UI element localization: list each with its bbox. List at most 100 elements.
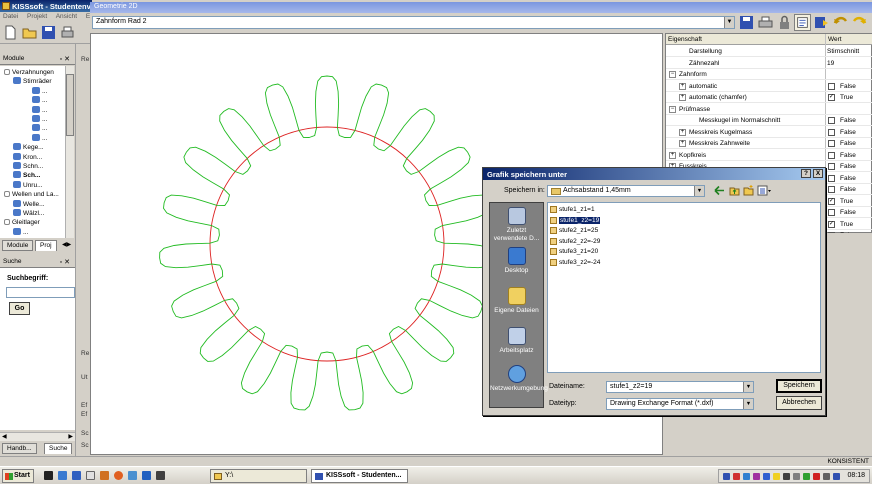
quicklaunch-icon[interactable] <box>58 471 67 480</box>
property-row[interactable]: Darstellung Stirnschnitt <box>666 46 872 57</box>
tree-item[interactable]: Verzahnungen <box>4 68 54 77</box>
file-item[interactable]: stufe1_z1=1 <box>548 205 595 214</box>
task-explorer[interactable]: Y:\ <box>210 469 307 483</box>
search-input[interactable] <box>6 287 75 298</box>
property-checkbox[interactable] <box>828 117 835 124</box>
place-desktop[interactable]: Desktop <box>490 247 543 275</box>
print-icon[interactable] <box>60 25 75 40</box>
panel-pin-close-icon[interactable]: ▫✕ <box>60 55 72 63</box>
property-row[interactable]: + automatic (chamfer) ✓ True <box>666 92 872 103</box>
property-row[interactable]: + automatic False <box>666 81 872 92</box>
quicklaunch-icon[interactable] <box>72 471 81 480</box>
tree-item[interactable]: ... <box>32 96 47 105</box>
property-row[interactable]: + Messkreis Zahnweite False <box>666 138 872 149</box>
lock-icon[interactable] <box>776 14 793 31</box>
tray-icon[interactable] <box>813 473 820 480</box>
property-checkbox[interactable] <box>828 163 835 170</box>
new-folder-icon[interactable] <box>743 185 754 196</box>
save-in-select[interactable]: Achsabstand 1,45mm ▼ <box>547 185 705 197</box>
property-checkbox[interactable] <box>828 174 835 182</box>
tab-suche[interactable]: Suche <box>44 443 73 454</box>
search-panel-pin-close-icon[interactable]: ▫✕ <box>60 258 72 266</box>
redo-icon[interactable] <box>851 14 868 31</box>
file-item[interactable]: stufe2_z2=-29 <box>548 237 600 246</box>
speaker-icon[interactable] <box>823 473 830 480</box>
tab-handbuch[interactable]: Handb... <box>2 443 37 454</box>
start-button[interactable]: Start <box>2 469 34 483</box>
tray-icon[interactable] <box>803 473 810 480</box>
property-row[interactable]: + Kopfkreis False <box>666 150 872 161</box>
property-checkbox[interactable]: ✓ <box>828 197 835 205</box>
close-button[interactable]: X <box>813 169 823 178</box>
place-recent[interactable]: Zuletzt verwendete D... <box>490 207 543 243</box>
property-checkbox[interactable] <box>828 128 835 136</box>
quicklaunch-icon[interactable] <box>156 471 165 480</box>
expand-icon[interactable]: + <box>679 82 686 90</box>
undo-icon[interactable] <box>832 14 849 31</box>
property-row[interactable]: − Zahnform <box>666 69 872 80</box>
export-icon[interactable] <box>813 14 830 31</box>
firefox-icon[interactable] <box>114 471 123 480</box>
property-row[interactable]: Messkugel im Normalschnitt False <box>666 115 872 126</box>
expand-icon[interactable]: + <box>679 94 686 101</box>
tree-item[interactable]: Sch... <box>13 171 40 180</box>
quicklaunch-icon[interactable] <box>128 471 137 480</box>
chevron-down-icon[interactable]: ▼ <box>724 17 734 28</box>
open-folder-icon[interactable] <box>22 25 37 40</box>
quicklaunch-icon[interactable] <box>100 471 109 480</box>
tray-icon[interactable] <box>753 473 760 480</box>
property-row[interactable]: + Messkreis Kugelmass False <box>666 127 872 138</box>
quicklaunch-icon[interactable] <box>86 471 95 480</box>
file-item[interactable]: stufe2_z1=25 <box>548 226 598 235</box>
view-menu-icon[interactable] <box>757 185 771 196</box>
tray-icon[interactable] <box>733 473 740 480</box>
tree-item[interactable]: ... <box>32 133 47 143</box>
tree-item[interactable]: Stirnräder <box>13 77 52 86</box>
tray-icon[interactable] <box>743 473 750 480</box>
tree-item[interactable]: ... <box>32 86 47 96</box>
filetype-select[interactable]: Drawing Exchange Format (*.dxf) ▼ <box>606 398 754 410</box>
cancel-button[interactable]: Abbrechen <box>776 396 822 410</box>
file-item[interactable]: stufe3_z1=20 <box>548 247 598 256</box>
view-select[interactable]: Zahnform Rad 2 ▼ <box>92 16 735 29</box>
save-button[interactable]: Speichern <box>776 379 822 393</box>
back-arrow-icon[interactable] <box>714 185 725 196</box>
tree-item[interactable]: ... <box>32 115 47 124</box>
filename-input[interactable]: stufe1_z2=19 ▼ <box>606 381 754 393</box>
expand-icon[interactable]: + <box>679 140 686 147</box>
tree-item[interactable]: Unru... <box>13 180 43 190</box>
search-hscrollbar[interactable]: ◀ ▶ <box>0 432 75 441</box>
new-file-icon[interactable] <box>3 25 18 40</box>
tree-item[interactable]: ... <box>32 124 47 133</box>
property-row[interactable]: − Prüfmasse <box>666 104 872 115</box>
tab-projekt[interactable]: Proj <box>35 240 57 251</box>
file-item[interactable]: stufe1_z2=19 <box>548 215 602 225</box>
tree-item[interactable]: Schn... <box>13 162 43 171</box>
save-icon[interactable] <box>41 25 56 40</box>
task-kisssoft[interactable]: KISSsoft - Studenten... <box>311 469 408 483</box>
property-checkbox[interactable] <box>828 82 835 90</box>
save-icon[interactable] <box>738 14 755 31</box>
tree-item[interactable]: Gleitlager <box>4 218 40 227</box>
tree-item[interactable]: ... <box>32 105 47 115</box>
file-item[interactable]: stufe3_z2=-24 <box>548 258 600 267</box>
chevron-down-icon[interactable]: ▼ <box>694 186 704 196</box>
place-my-computer[interactable]: Arbeitsplatz <box>490 327 543 355</box>
expand-icon[interactable]: + <box>669 151 676 159</box>
help-button[interactable]: ? <box>801 169 811 178</box>
chevron-down-icon[interactable]: ▼ <box>743 382 753 392</box>
place-network[interactable]: Netzwerkumgebung <box>490 365 548 393</box>
tree-item[interactable]: Kron... <box>13 152 42 162</box>
tab-scroll-icon[interactable]: ◀▶ <box>62 241 71 248</box>
tree-item[interactable]: Wälzl... <box>13 209 44 218</box>
place-my-documents[interactable]: Eigene Dateien <box>490 287 543 315</box>
tray-icon[interactable] <box>833 473 840 480</box>
tray-icon[interactable] <box>773 473 780 480</box>
expand-icon[interactable]: + <box>679 128 686 136</box>
collapse-icon[interactable]: − <box>669 105 676 113</box>
quicklaunch-icon[interactable] <box>142 471 151 480</box>
property-row[interactable]: Zähnezahl 19 <box>666 58 872 69</box>
tray-icon[interactable] <box>793 473 800 480</box>
tray-icon[interactable] <box>723 473 730 480</box>
property-checkbox[interactable] <box>828 151 835 159</box>
